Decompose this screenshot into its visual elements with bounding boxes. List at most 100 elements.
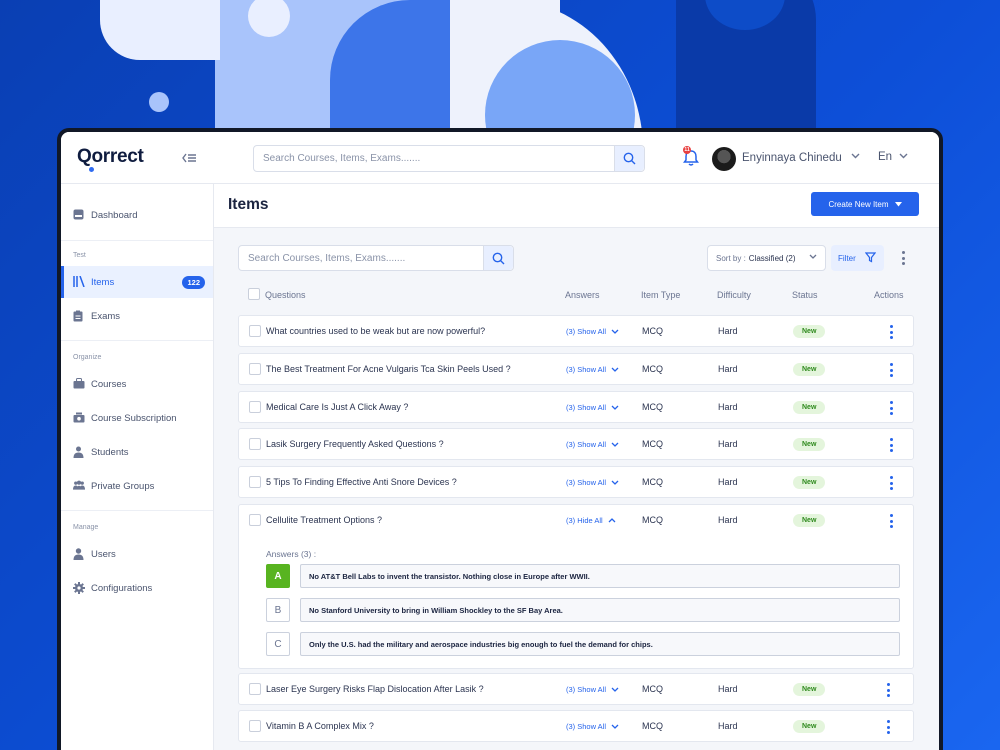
question-text: What countries used to be weak but are n… [266, 326, 486, 336]
chevron-down-icon [611, 724, 619, 729]
select-all-checkbox[interactable] [248, 288, 260, 300]
filter-button[interactable]: Filter [831, 245, 884, 271]
table-row[interactable]: Lasik Surgery Frequently Asked Questions… [238, 428, 914, 460]
items-count-badge: 122 [182, 276, 205, 289]
sidebar-item-users[interactable]: Users [61, 538, 213, 570]
row-checkbox[interactable] [249, 720, 261, 732]
sidebar-item-course-subscription[interactable]: Course Subscription [61, 402, 213, 434]
create-new-item-button[interactable]: Create New Item [811, 192, 919, 216]
app-logo[interactable]: Qorrect [77, 146, 144, 168]
user-avatar[interactable] [712, 147, 736, 171]
sidebar-item-students[interactable]: Students [61, 436, 213, 468]
items-search-button[interactable] [483, 246, 513, 270]
sidebar-item-exams[interactable]: Exams [61, 300, 213, 332]
row-checkbox[interactable] [249, 401, 261, 413]
answer-letter: B [266, 598, 290, 622]
show-answers-toggle[interactable]: (3) Show All [566, 685, 619, 694]
app-screen: Qorrect 11 Enyinnaya Chinedu En [61, 132, 939, 750]
user-name[interactable]: Enyinnaya Chinedu [742, 152, 842, 164]
answer-text: No AT&T Bell Labs to invent the transist… [300, 564, 900, 588]
question-text: Medical Care Is Just A Click Away ? [266, 402, 409, 412]
row-checkbox[interactable] [249, 683, 261, 695]
row-checkbox[interactable] [249, 476, 261, 488]
subscription-icon [73, 412, 85, 424]
row-actions-icon[interactable] [889, 401, 893, 415]
courses-icon [73, 378, 85, 390]
row-actions-icon[interactable] [886, 683, 890, 697]
table-row[interactable]: Vitamin B A Complex Mix ? (3) Show All M… [238, 710, 914, 742]
row-checkbox[interactable] [249, 438, 261, 450]
answer-letter-correct: A [266, 564, 290, 588]
row-actions-icon[interactable] [889, 363, 893, 377]
item-type: MCQ [642, 477, 663, 487]
question-text: Laser Eye Surgery Risks Flap Dislocation… [266, 684, 484, 694]
search-icon [623, 152, 636, 165]
show-answers-toggle[interactable]: (3) Show All [566, 722, 619, 731]
table-row[interactable]: 5 Tips To Finding Effective Anti Snore D… [238, 466, 914, 498]
answers-toggle-label: (3) Show All [566, 403, 607, 412]
header-difficulty: Difficulty [717, 290, 751, 300]
header-answers: Answers [565, 290, 600, 300]
background-shape [100, 0, 220, 60]
row-actions-icon[interactable] [889, 325, 893, 339]
sidebar-item-configurations[interactable]: Configurations [61, 572, 213, 604]
language-selector[interactable]: En [878, 151, 892, 163]
table-row[interactable]: Medical Care Is Just A Click Away ? (3) … [238, 391, 914, 423]
sidebar-divider [61, 240, 213, 241]
difficulty: Hard [718, 684, 738, 694]
sort-dropdown[interactable]: Sort by : Classified (2) [707, 245, 826, 271]
more-options-icon[interactable] [901, 251, 905, 265]
show-answers-toggle[interactable]: (3) Show All [566, 478, 619, 487]
chevron-down-icon[interactable] [851, 153, 860, 159]
answer-letter: C [266, 632, 290, 656]
chevron-down-icon [809, 254, 817, 259]
hide-answers-toggle[interactable]: (3) Hide All [566, 516, 616, 525]
header-item-type: Item Type [641, 290, 681, 300]
sidebar-item-dashboard[interactable]: Dashboard [61, 199, 213, 231]
row-checkbox[interactable] [249, 514, 261, 526]
table-row[interactable]: The Best Treatment For Acne Vulgaris Tca… [238, 353, 914, 385]
page-title: Items [228, 196, 269, 213]
sidebar-item-label: Course Subscription [91, 412, 177, 424]
status-badge: New [793, 325, 826, 338]
question-text: Vitamin B A Complex Mix ? [266, 721, 374, 731]
chevron-down-icon [611, 687, 619, 692]
table-row[interactable]: Laser Eye Surgery Risks Flap Dislocation… [238, 673, 914, 705]
caret-down-icon [894, 201, 902, 206]
row-checkbox[interactable] [249, 363, 261, 375]
row-actions-icon[interactable] [889, 438, 893, 452]
sidebar-item-private-groups[interactable]: Private Groups [61, 470, 213, 502]
items-search-input[interactable] [248, 246, 588, 270]
global-search-input[interactable] [263, 146, 603, 171]
clipboard-icon [73, 310, 85, 322]
row-checkbox[interactable] [249, 325, 261, 337]
item-type: MCQ [642, 721, 663, 731]
row-actions-icon[interactable] [889, 476, 893, 490]
show-answers-toggle[interactable]: (3) Show All [566, 403, 619, 412]
row-actions-icon[interactable] [886, 720, 890, 734]
status-badge: New [793, 476, 826, 489]
item-type: MCQ [642, 402, 663, 412]
collapse-sidebar-icon[interactable] [181, 151, 197, 165]
sidebar-item-label: Exams [91, 310, 121, 322]
sidebar-item-items[interactable]: Items 122 [61, 266, 213, 298]
notification-badge: 11 [683, 146, 691, 154]
answers-toggle-label: (3) Show All [566, 685, 607, 694]
table-row-expanded[interactable]: Cellulite Treatment Options ? (3) Hide A… [238, 504, 914, 669]
show-answers-toggle[interactable]: (3) Show All [566, 365, 619, 374]
question-text: The Best Treatment For Acne Vulgaris Tca… [266, 364, 511, 374]
chevron-down-icon [611, 329, 619, 334]
row-actions-icon[interactable] [889, 514, 893, 528]
answer-text: Only the U.S. had the military and aeros… [300, 632, 900, 656]
difficulty: Hard [718, 515, 738, 525]
show-answers-toggle[interactable]: (3) Show All [566, 327, 619, 336]
filter-label: Filter [838, 253, 856, 263]
page-header: Items Create New Item [214, 184, 939, 228]
create-new-item-label: Create New Item [828, 199, 889, 209]
sidebar-item-label: Users [91, 548, 116, 560]
chevron-down-icon[interactable] [899, 153, 908, 159]
table-row[interactable]: What countries used to be weak but are n… [238, 315, 914, 347]
global-search-button[interactable] [614, 146, 644, 171]
show-answers-toggle[interactable]: (3) Show All [566, 440, 619, 449]
sidebar-item-courses[interactable]: Courses [61, 368, 213, 400]
